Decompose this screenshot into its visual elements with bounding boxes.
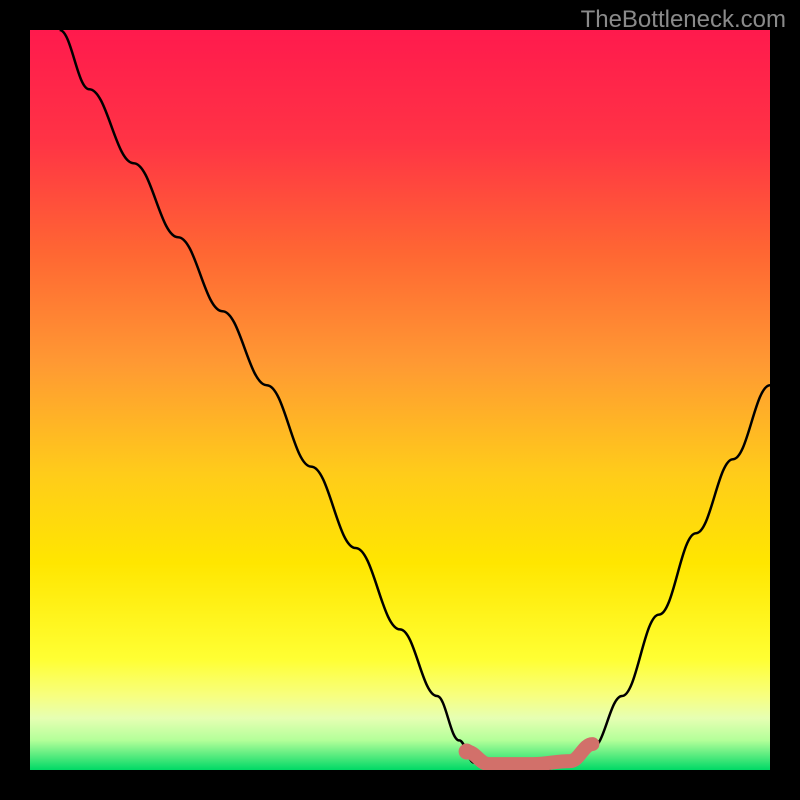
watermark-text: TheBottleneck.com	[581, 6, 786, 34]
chart-svg	[30, 30, 770, 770]
chart-container: TheBottleneck.com	[0, 0, 800, 800]
optimal-point	[459, 744, 475, 760]
plot-area	[30, 30, 770, 770]
marker-group	[459, 744, 475, 760]
gradient-background	[30, 30, 770, 770]
